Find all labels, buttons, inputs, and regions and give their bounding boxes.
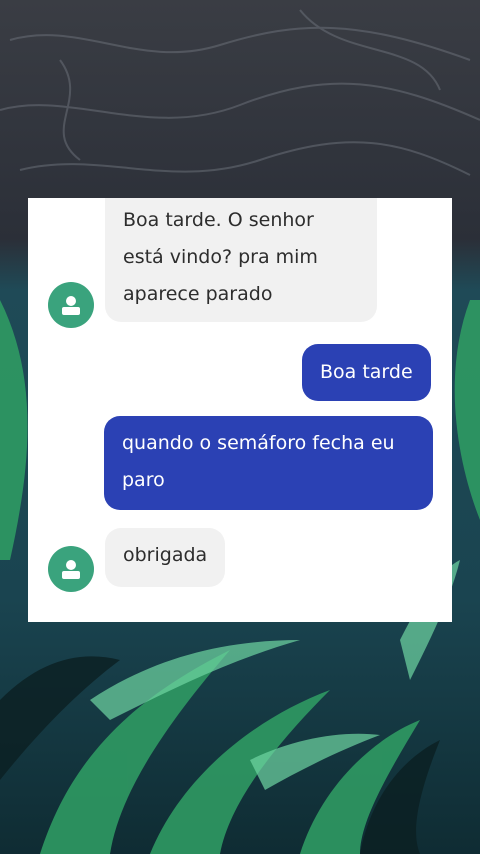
incoming-message-bubble[interactable]: obrigada <box>105 528 226 587</box>
person-icon <box>62 296 80 315</box>
person-icon <box>62 560 80 579</box>
contact-avatar <box>48 282 94 328</box>
outgoing-message-bubble[interactable]: Boa tarde <box>302 344 431 401</box>
contact-avatar <box>48 546 94 592</box>
chat-screenshot-card: Boa tarde. O senhor está vindo? pra mim … <box>28 198 452 622</box>
outgoing-message-bubble[interactable]: quando o semáforo fecha eu paro <box>104 416 433 510</box>
incoming-message-bubble[interactable]: Boa tarde. O senhor está vindo? pra mim … <box>105 198 377 322</box>
